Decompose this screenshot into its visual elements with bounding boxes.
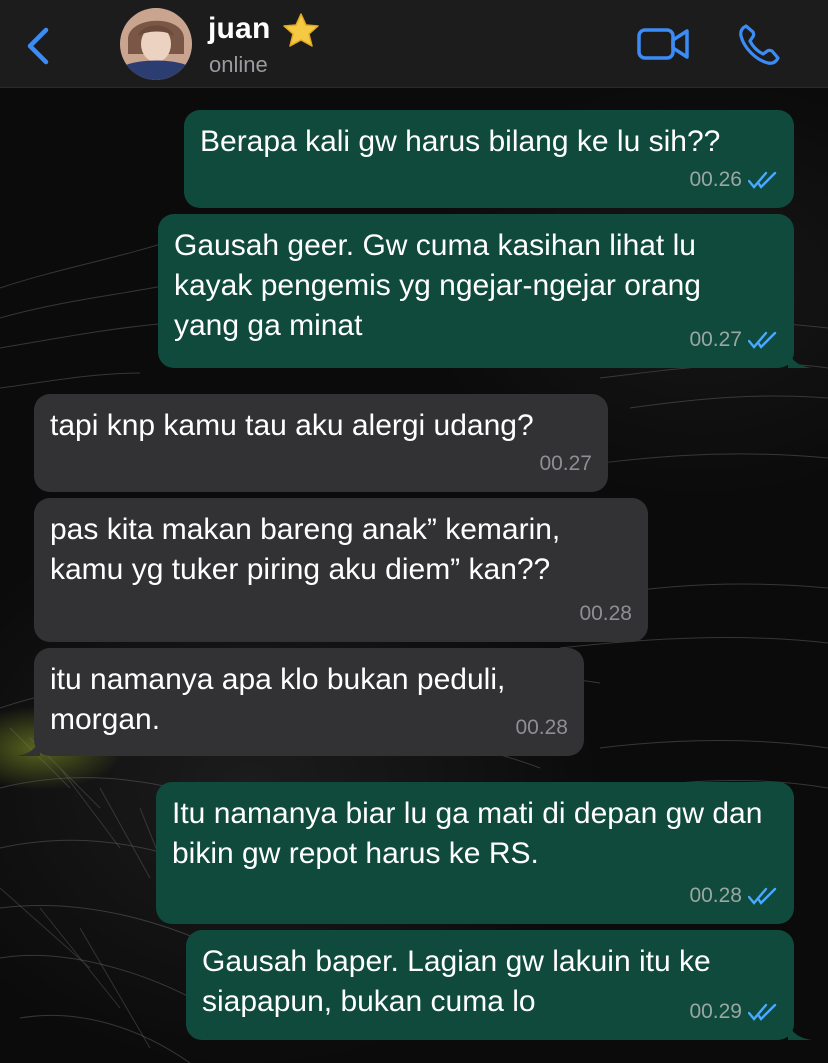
avatar[interactable] bbox=[120, 8, 192, 80]
message-text: itu namanya apa klo bukan peduli, morgan… bbox=[50, 663, 506, 736]
back-button[interactable] bbox=[22, 24, 58, 68]
contact-name[interactable]: juan bbox=[208, 12, 270, 46]
chevron-left-icon bbox=[27, 27, 49, 65]
message-bubble-outgoing[interactable]: Berapa kali gw harus bilang ke lu sih?? … bbox=[184, 110, 794, 208]
message-bubble-incoming[interactable]: pas kita makan bareng anak” kemarin, kam… bbox=[34, 498, 648, 642]
contact-status: online bbox=[209, 52, 268, 77]
bubble-tail bbox=[16, 736, 40, 756]
message-time: 00.29 bbox=[689, 1000, 742, 1023]
message-meta: 00.29 bbox=[689, 992, 778, 1032]
message-text: tapi knp kamu tau aku alergi udang? bbox=[50, 409, 534, 442]
chat-header: juan online bbox=[0, 0, 828, 88]
message-bubble-outgoing[interactable]: Itu namanya biar lu ga mati di depan gw … bbox=[156, 782, 794, 924]
message-time: 00.28 bbox=[579, 602, 632, 625]
message-time: 00.27 bbox=[539, 452, 592, 475]
message-meta: 00.28 bbox=[689, 876, 778, 916]
message-bubble-incoming[interactable]: tapi knp kamu tau aku alergi udang? 00.2… bbox=[34, 394, 608, 492]
message-bubble-outgoing[interactable]: Gausah geer. Gw cuma kasihan lihat lu ka… bbox=[158, 214, 812, 368]
phone-icon bbox=[739, 24, 780, 65]
message-bubble-incoming[interactable]: itu namanya apa klo bukan peduli, morgan… bbox=[16, 648, 584, 756]
message-time: 00.28 bbox=[515, 716, 568, 739]
message-text: Itu namanya biar lu ga mati di depan gw … bbox=[172, 797, 763, 870]
bubble-tail bbox=[788, 1020, 812, 1040]
message-text: pas kita makan bareng anak” kemarin, kam… bbox=[50, 513, 561, 586]
message-time: 00.27 bbox=[689, 328, 742, 351]
message-text: Berapa kali gw harus bilang ke lu sih?? bbox=[200, 125, 721, 158]
video-camera-icon bbox=[637, 28, 689, 60]
star-icon bbox=[283, 13, 319, 47]
double-check-read-icon bbox=[748, 171, 777, 189]
message-bubble-outgoing[interactable]: Gausah baper. Lagian gw lakuin itu ke si… bbox=[186, 930, 812, 1040]
message-text: Gausah geer. Gw cuma kasihan lihat lu ka… bbox=[174, 229, 701, 342]
message-meta: 00.26 bbox=[689, 160, 778, 200]
video-call-button[interactable] bbox=[636, 24, 690, 64]
avatar-photo bbox=[120, 8, 192, 80]
double-check-read-icon bbox=[748, 887, 777, 905]
message-meta: 00.28 bbox=[515, 708, 568, 748]
double-check-read-icon bbox=[748, 331, 777, 349]
message-time: 00.26 bbox=[689, 168, 742, 191]
voice-call-button[interactable] bbox=[736, 22, 782, 68]
message-meta: 00.28 bbox=[579, 594, 632, 634]
message-meta: 00.27 bbox=[689, 320, 778, 360]
bubble-tail bbox=[788, 348, 812, 368]
message-time: 00.28 bbox=[689, 884, 742, 907]
double-check-read-icon bbox=[748, 1003, 777, 1021]
message-meta: 00.27 bbox=[539, 444, 592, 484]
